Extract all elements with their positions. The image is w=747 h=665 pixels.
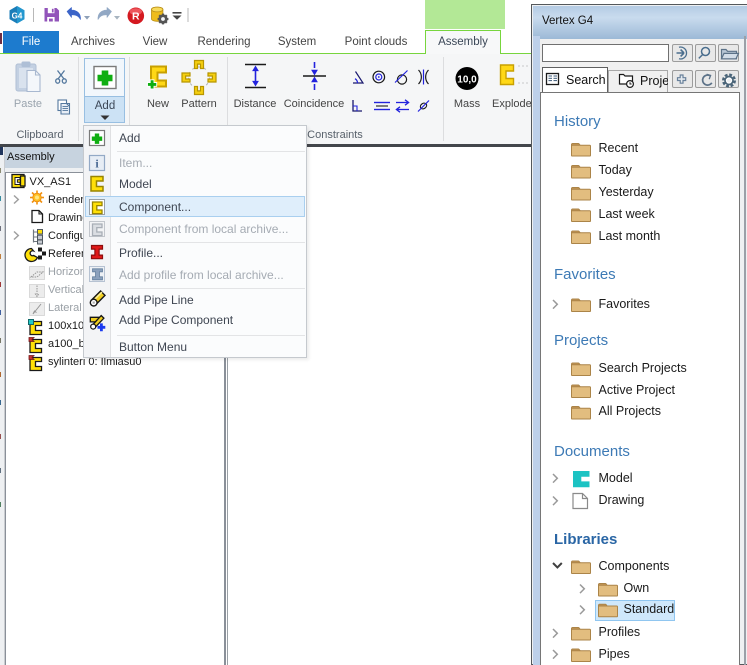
svg-text:R: R [132, 11, 140, 23]
svg-text:G4: G4 [12, 11, 23, 20]
svg-text:10,0: 10,0 [457, 75, 477, 86]
